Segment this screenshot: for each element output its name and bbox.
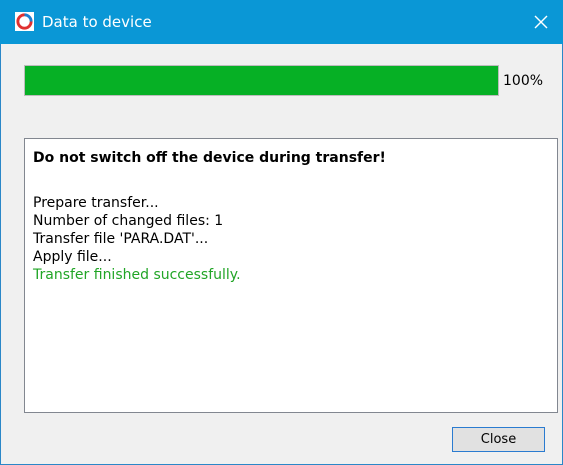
- log-line: Transfer file 'PARA.DAT'...: [33, 231, 209, 247]
- progress-percent: 100%: [503, 73, 544, 89]
- log-lines: Prepare transfer... Number of changed fil…: [33, 194, 241, 284]
- transfer-log: Do not switch off the device during tran…: [24, 138, 558, 413]
- title-bar[interactable]: Data to device: [0, 0, 563, 44]
- window-close-button[interactable]: [519, 0, 563, 44]
- log-line: Apply file...: [33, 249, 112, 265]
- dialog-window: Data to device 100% Do not switch off th…: [0, 0, 563, 465]
- app-logo-icon: [15, 12, 34, 31]
- warning-message: Do not switch off the device during tran…: [33, 150, 386, 166]
- window-title: Data to device: [42, 13, 152, 31]
- close-icon: [534, 15, 548, 29]
- close-button[interactable]: Close: [452, 427, 545, 452]
- log-line: Number of changed files: 1: [33, 213, 224, 229]
- progress-bar: [24, 65, 499, 96]
- progress-bar-fill: [25, 66, 498, 95]
- log-line: Transfer finished successfully.: [33, 267, 241, 283]
- log-line: Prepare transfer...: [33, 195, 159, 211]
